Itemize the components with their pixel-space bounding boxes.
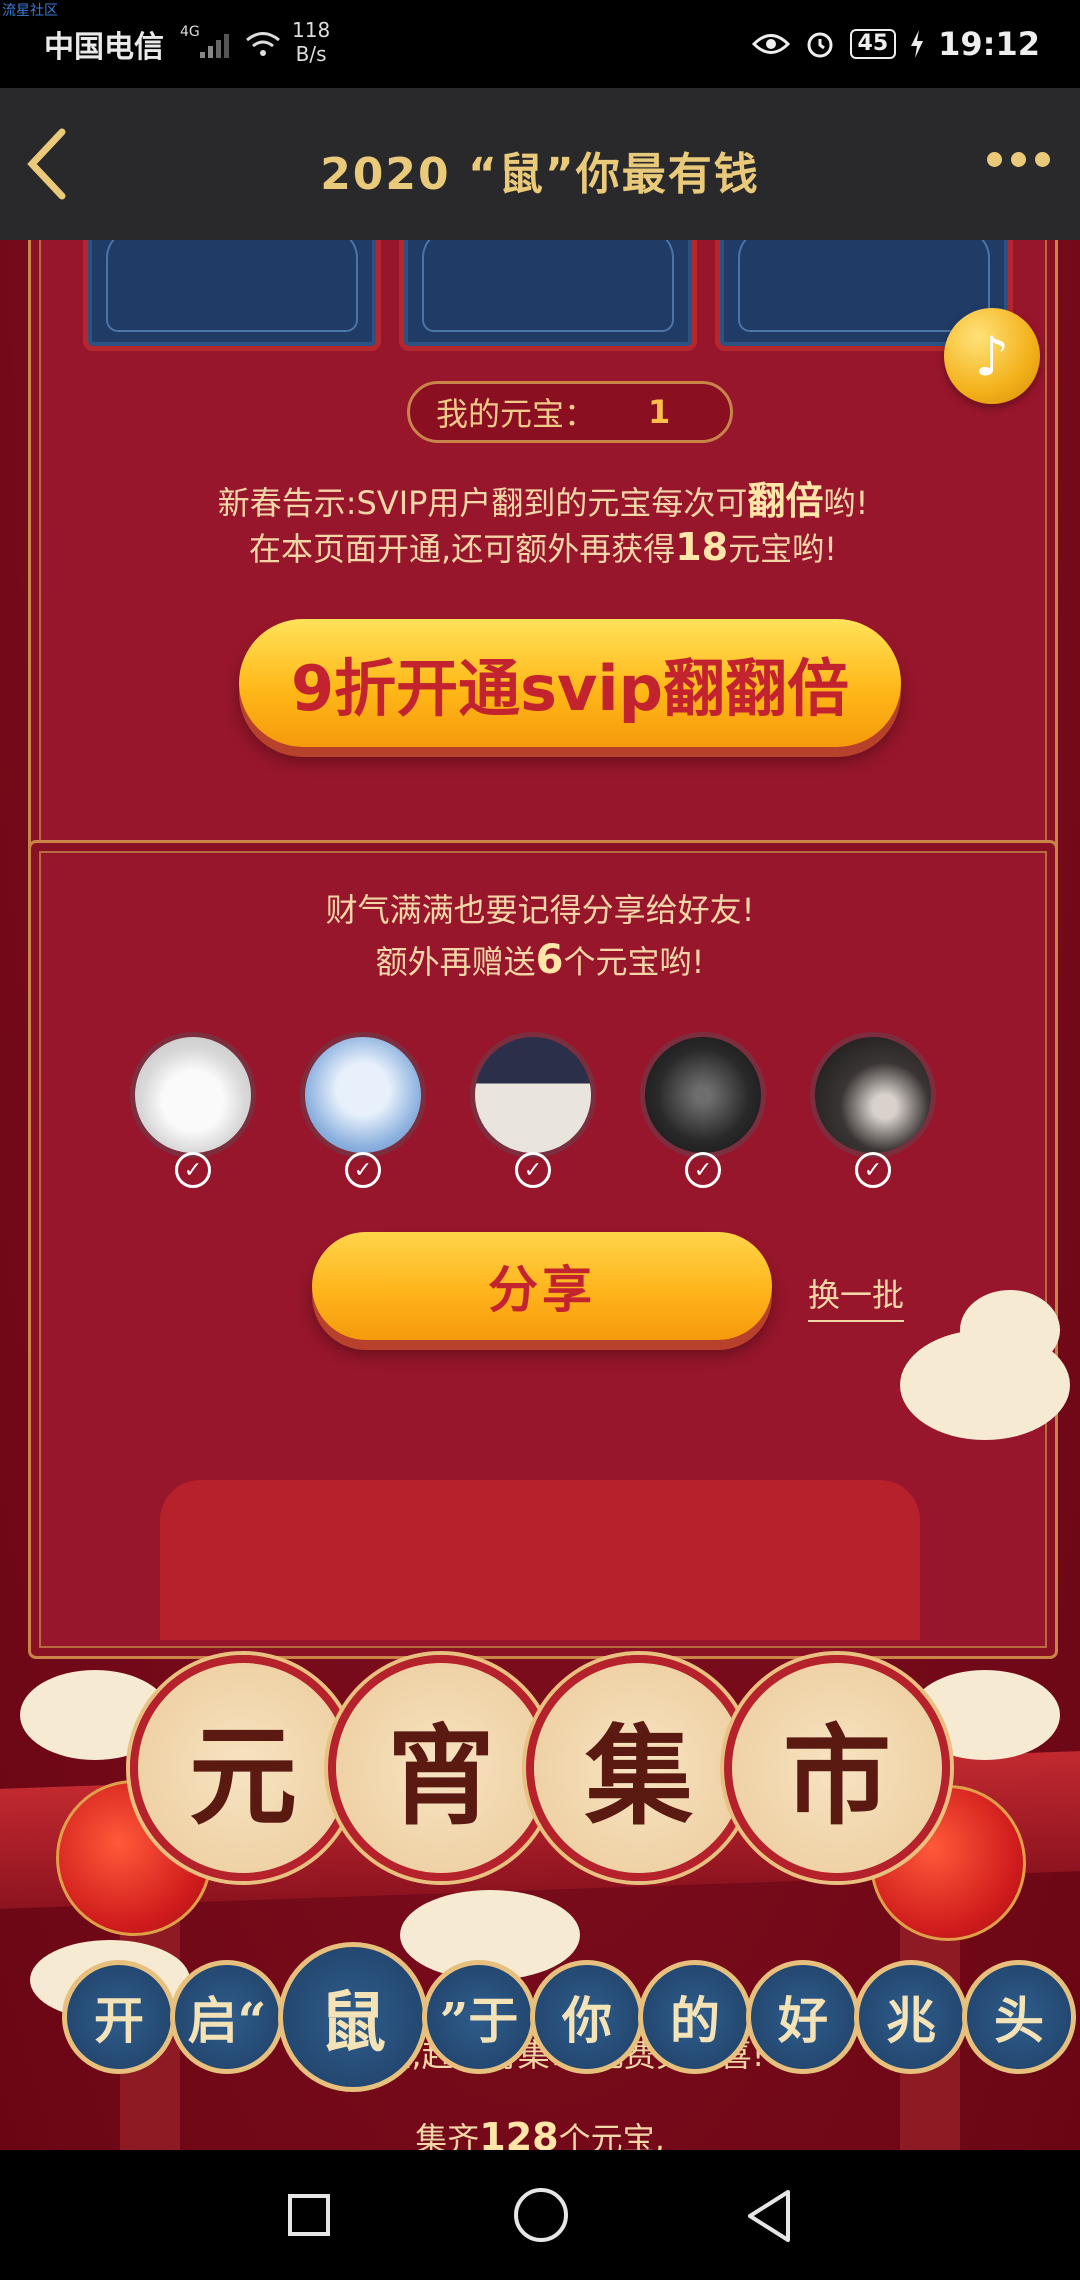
wifi-icon bbox=[246, 32, 280, 56]
check-circle-icon[interactable]: ✓ bbox=[685, 1152, 721, 1188]
check-circle-icon[interactable]: ✓ bbox=[855, 1152, 891, 1188]
friend-list: ✓ ✓ ✓ ✓ ✓ bbox=[130, 1032, 936, 1192]
music-note-icon[interactable]: ♪ bbox=[944, 308, 1040, 404]
avatar bbox=[640, 1032, 766, 1158]
collect-highlight: 128 bbox=[479, 2115, 559, 2150]
slogan-char: ”于 bbox=[422, 1960, 536, 2074]
status-right: 45 19:12 bbox=[751, 20, 1040, 68]
slogan-char: 兆 bbox=[854, 1960, 968, 2074]
share-button[interactable]: 分享 bbox=[312, 1232, 772, 1340]
flip-card[interactable] bbox=[83, 240, 381, 351]
notice-highlight: 18 bbox=[675, 525, 729, 569]
eye-icon bbox=[751, 34, 790, 54]
gate-roof bbox=[160, 1480, 920, 1640]
avatar bbox=[470, 1032, 596, 1158]
friend-item[interactable]: ✓ bbox=[130, 1032, 256, 1192]
share-line: 额外再赠送 bbox=[375, 943, 536, 981]
my-yuanbao-badge: 我的元宝： 1 bbox=[407, 381, 733, 443]
market-title-char: 宵 bbox=[328, 1655, 554, 1881]
share-highlight: 6 bbox=[535, 937, 564, 983]
market-title-char: 市 bbox=[724, 1655, 950, 1881]
check-circle-icon[interactable]: ✓ bbox=[175, 1152, 211, 1188]
network-type: 4G bbox=[180, 24, 200, 40]
app-screen: 流星社区 中国电信 4G 118 B/s 45 19:12 2020 “鼠”你最… bbox=[0, 0, 1080, 2280]
battery-indicator: 45 bbox=[849, 29, 897, 59]
alarm-icon bbox=[807, 32, 833, 58]
avatar bbox=[810, 1032, 936, 1158]
yuanbao-label: 我的元宝： bbox=[436, 395, 597, 433]
avatar bbox=[300, 1032, 426, 1158]
avatar bbox=[130, 1032, 256, 1158]
collect-text: 集齐 bbox=[415, 2120, 480, 2150]
market-title-char: 集 bbox=[526, 1655, 752, 1881]
notice-text: 新春告示:SVIP用户翻到的元宝每次可 bbox=[217, 484, 748, 522]
svip-notice: 新春告示:SVIP用户翻到的元宝每次可翻倍哟! 在本页面开通,还可额外再获得18… bbox=[31, 479, 1055, 571]
slogan-char: 头 bbox=[962, 1960, 1076, 2074]
share-line: 个元宝哟! bbox=[563, 943, 705, 981]
swap-batch-link[interactable]: 换一批 bbox=[808, 1270, 905, 1322]
cloud-decoration bbox=[960, 1290, 1060, 1370]
friend-item[interactable]: ✓ bbox=[300, 1032, 426, 1192]
status-bar: 流星社区 中国电信 4G 118 B/s 45 19:12 bbox=[0, 0, 1080, 88]
yuanbao-value: 1 bbox=[648, 393, 671, 431]
open-svip-button[interactable]: 9折开通svip翻翻倍 bbox=[239, 619, 901, 747]
signal-icon bbox=[200, 34, 229, 58]
notice-text: 元宝哟! bbox=[728, 530, 837, 568]
collect-text: 个元宝, bbox=[558, 2120, 665, 2150]
slogan-char: 你 bbox=[530, 1960, 644, 2074]
collect-hint: 集齐128个元宝, bbox=[0, 2114, 1080, 2150]
more-dots-icon[interactable] bbox=[987, 152, 1050, 167]
speed-value: 118 bbox=[292, 18, 331, 42]
page-title: 2020 “鼠”你最有钱 bbox=[320, 149, 760, 200]
carrier-name: 中国电信 bbox=[44, 30, 164, 65]
watermark-text: 流星社区 bbox=[2, 3, 58, 19]
notice-highlight: 翻倍 bbox=[747, 479, 824, 523]
recent-apps-icon[interactable] bbox=[288, 2194, 330, 2236]
slogan-char: 的 bbox=[638, 1960, 752, 2074]
friend-item[interactable]: ✓ bbox=[810, 1032, 936, 1192]
clock: 19:12 bbox=[938, 25, 1040, 63]
main-content: 我的元宝： 1 新春告示:SVIP用户翻到的元宝每次可翻倍哟! 在本页面开通,还… bbox=[0, 240, 1080, 2150]
title-bar: 2020 “鼠”你最有钱 bbox=[0, 88, 1080, 240]
flip-card[interactable] bbox=[399, 240, 697, 351]
slogan-row: 开 启“ 鼠 ”于 你 的 好 兆 头 bbox=[62, 1942, 1076, 2092]
share-line: 财气满满也要记得分享给好友! bbox=[325, 891, 755, 929]
slogan-char: 鼠 bbox=[278, 1942, 428, 2092]
check-circle-icon[interactable]: ✓ bbox=[515, 1152, 551, 1188]
slogan-char: 好 bbox=[746, 1960, 860, 2074]
market-title-char: 元 bbox=[130, 1655, 356, 1881]
home-icon[interactable] bbox=[514, 2188, 568, 2242]
notice-text: 哟! bbox=[823, 484, 869, 522]
slogan-char: 启“ bbox=[170, 1960, 284, 2074]
friend-item[interactable]: ✓ bbox=[470, 1032, 596, 1192]
system-nav-bar bbox=[0, 2150, 1080, 2280]
slogan-char: 开 bbox=[62, 1960, 176, 2074]
notice-text: 在本页面开通,还可额外再获得 bbox=[249, 530, 676, 568]
share-prompt: 财气满满也要记得分享给好友! 额外再赠送6个元宝哟! bbox=[0, 885, 1080, 987]
friend-item[interactable]: ✓ bbox=[640, 1032, 766, 1192]
check-circle-icon[interactable]: ✓ bbox=[345, 1152, 381, 1188]
back-triangle-icon[interactable] bbox=[744, 2188, 794, 2244]
charging-icon bbox=[911, 30, 924, 58]
network-speed: 118 B/s bbox=[292, 18, 330, 66]
speed-unit: B/s bbox=[295, 42, 327, 66]
